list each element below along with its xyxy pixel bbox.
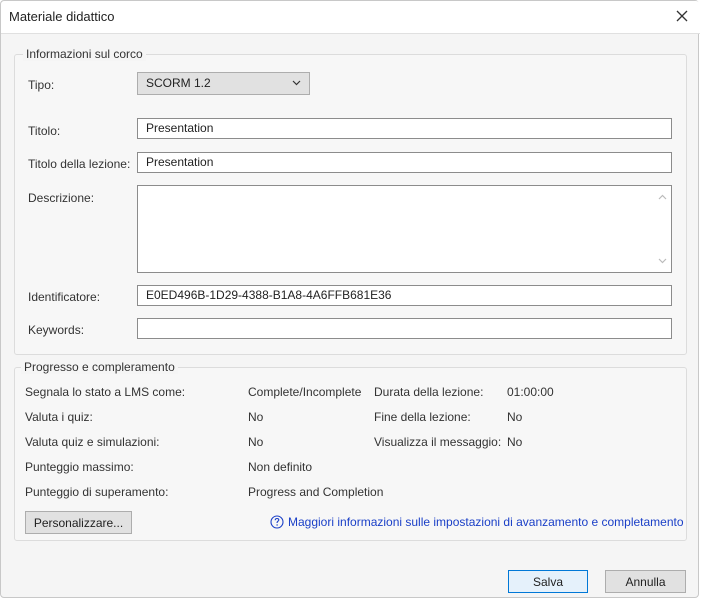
identifier-field[interactable]: E0ED496B-1D29-4388-B1A8-4A6FFB681E36: [137, 285, 672, 306]
cancel-button[interactable]: Annulla: [605, 570, 686, 593]
type-label: Tipo:: [28, 78, 55, 92]
title-bar: Materiale didattico: [1, 1, 700, 34]
show-message-value: No: [507, 435, 523, 449]
lesson-title-label: Titolo della lezione:: [28, 157, 131, 171]
description-label: Descrizione:: [28, 191, 95, 205]
report-status-label: Segnala lo stato a LMS come:: [25, 385, 186, 399]
show-message-label: Visualizza il messaggio:: [374, 435, 502, 449]
title-label: Titolo:: [28, 124, 61, 138]
eval-sim-value: No: [248, 435, 264, 449]
help-link[interactable]: Maggiori informazioni sulle impostazioni…: [270, 515, 684, 529]
help-circle-icon: [270, 515, 284, 529]
help-link-text: Maggiori informazioni sulle impostazioni…: [288, 515, 684, 529]
customize-button[interactable]: Personalizzare...: [25, 511, 132, 534]
eval-sim-label: Valuta quiz e simulazioni:: [25, 435, 160, 449]
dialog: Materiale didattico Informazioni sul cor…: [0, 0, 700, 598]
course-info-legend: Informazioni sul corco: [23, 47, 146, 61]
type-select[interactable]: SCORM 1.2: [137, 72, 310, 95]
identifier-label: Identificatore:: [28, 290, 101, 304]
keywords-label: Keywords:: [28, 323, 85, 337]
close-button[interactable]: [670, 4, 694, 28]
pass-score-value: Progress and Completion: [248, 485, 384, 499]
dialog-title: Materiale didattico: [9, 9, 115, 24]
pass-score-label: Punteggio di superamento:: [25, 485, 169, 499]
max-score-label: Punteggio massimo:: [25, 460, 134, 474]
type-select-value: SCORM 1.2: [146, 76, 211, 90]
description-field[interactable]: [137, 185, 672, 273]
scroll-up-icon[interactable]: [657, 192, 667, 202]
lesson-end-value: No: [507, 410, 523, 424]
scroll-down-icon[interactable]: [657, 256, 667, 266]
close-icon: [676, 10, 688, 22]
duration-value: 01:00:00: [507, 385, 554, 399]
eval-quiz-label: Valuta i quiz:: [25, 410, 93, 424]
title-field[interactable]: Presentation: [137, 118, 672, 139]
lesson-title-field[interactable]: Presentation: [137, 152, 672, 173]
progress-legend: Progresso e compleramento: [21, 360, 178, 374]
chevron-down-icon: [292, 80, 301, 86]
save-button[interactable]: Salva: [508, 570, 588, 593]
duration-label: Durata della lezione:: [374, 385, 484, 399]
eval-quiz-value: No: [248, 410, 264, 424]
report-status-value: Complete/Incomplete: [248, 385, 362, 399]
lesson-end-label: Fine della lezione:: [374, 410, 471, 424]
max-score-value: Non definito: [248, 460, 313, 474]
keywords-field[interactable]: [137, 318, 672, 339]
